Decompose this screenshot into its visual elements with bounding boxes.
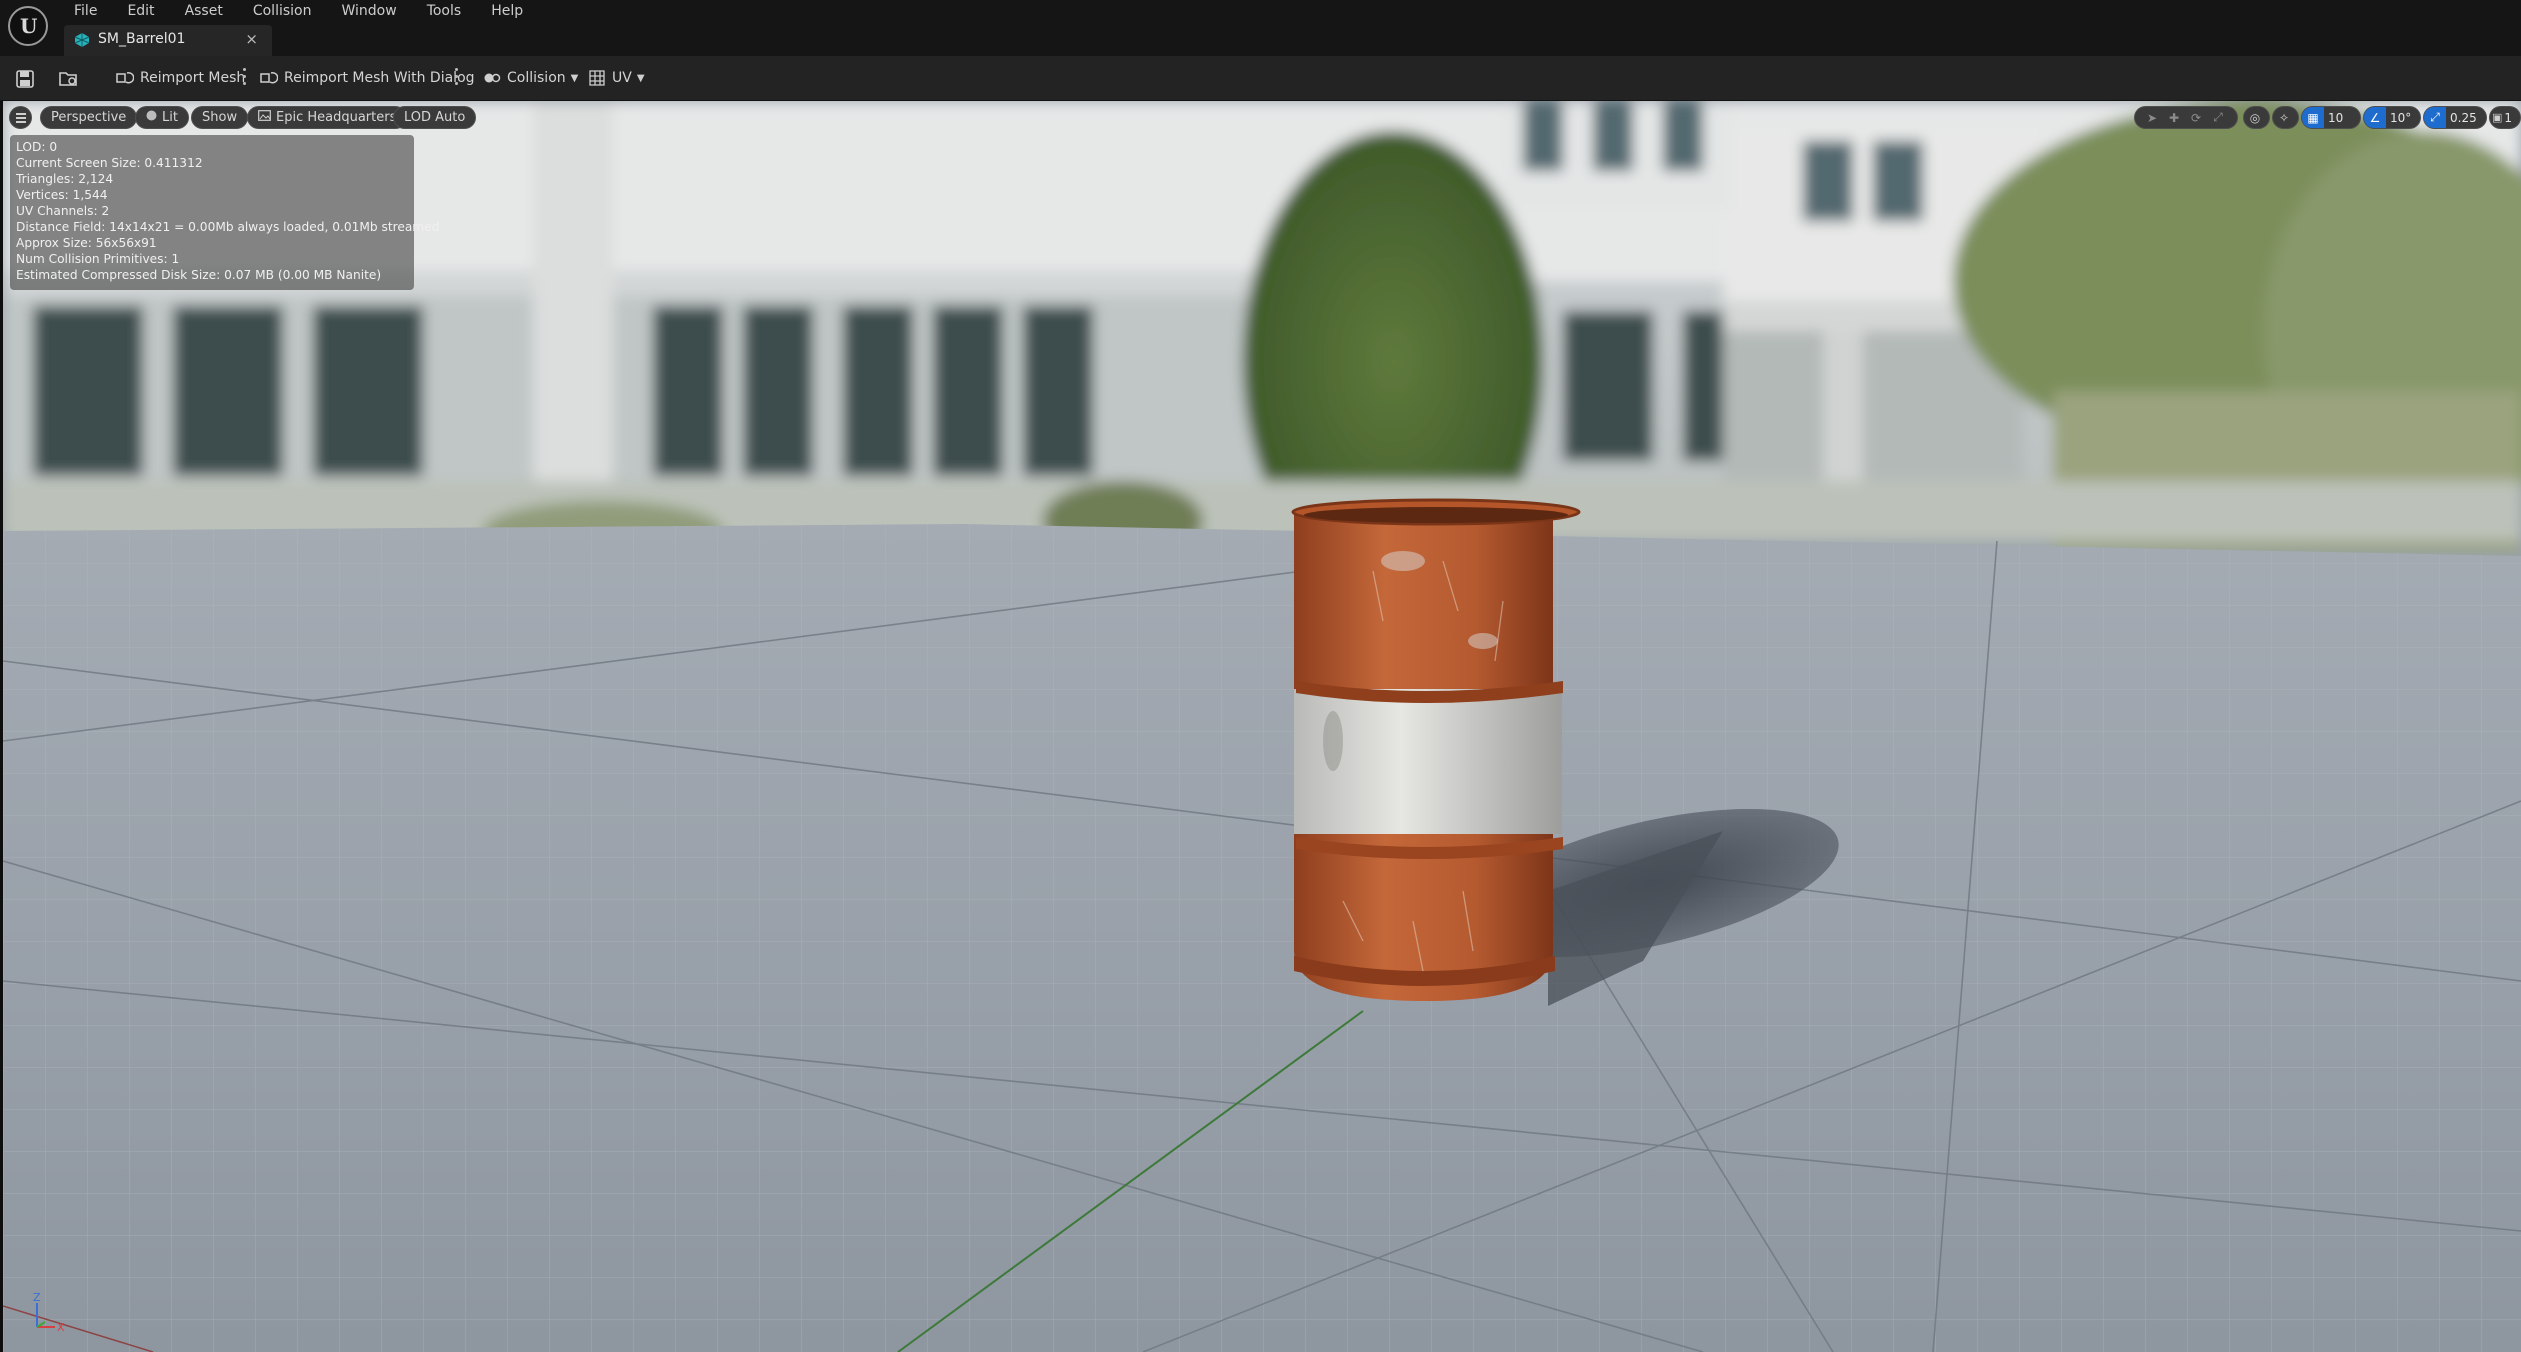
barrel-mesh bbox=[1291, 498, 1581, 1001]
camera-speed-value: 1 bbox=[2504, 110, 2513, 125]
save-icon[interactable] bbox=[16, 70, 34, 88]
tab-sm-barrel01[interactable]: SM_Barrel01 × bbox=[64, 25, 272, 56]
lod-label: LOD Auto bbox=[404, 110, 466, 125]
unreal-logo-icon[interactable]: U bbox=[8, 6, 48, 46]
show-label: Show bbox=[202, 110, 238, 125]
axis-z-label: Z bbox=[33, 1291, 41, 1304]
browse-folder-icon[interactable] bbox=[59, 70, 79, 88]
rotation-snap-group[interactable]: ∠ 10° bbox=[2363, 106, 2421, 129]
lighting-mode-button[interactable]: Lit bbox=[135, 106, 189, 129]
uv-label: UV bbox=[612, 70, 632, 86]
reimport-icon bbox=[116, 71, 134, 84]
lit-sphere-icon bbox=[146, 110, 157, 125]
menu-edit[interactable]: Edit bbox=[119, 0, 162, 22]
translate-tool-icon[interactable]: ✚ bbox=[2163, 107, 2185, 128]
camera-icon: ▣ bbox=[2492, 111, 2503, 124]
angle-snap-icon[interactable]: ∠ bbox=[2364, 107, 2386, 128]
view-mode-label: Perspective bbox=[51, 110, 127, 125]
menu-items: File Edit Asset Collision Window Tools H… bbox=[66, 0, 545, 22]
transform-tools-group: ➤ ✚ ⟳ ⤢ bbox=[2134, 106, 2238, 129]
environment-label: Epic Headquarters bbox=[276, 110, 397, 125]
reimport-mesh-button[interactable]: Reimport Mesh bbox=[116, 64, 245, 92]
reimport-mesh-label: Reimport Mesh bbox=[140, 70, 246, 86]
surface-snap-button[interactable]: ✧ bbox=[2272, 106, 2299, 129]
uv-grid-icon bbox=[589, 70, 605, 86]
menu-file[interactable]: File bbox=[66, 0, 105, 22]
camera-speed-button[interactable]: ▣ 1 bbox=[2489, 106, 2521, 129]
lod-button[interactable]: LOD Auto bbox=[393, 106, 477, 129]
reimport-options-icon[interactable] bbox=[243, 68, 247, 88]
uv-dropdown[interactable]: UV ▼ bbox=[588, 64, 645, 92]
stat-lod: LOD: 0 bbox=[16, 140, 58, 154]
mesh-stats-overlay: LOD: 0 Current Screen Size: 0.411312 Tri… bbox=[10, 135, 440, 290]
stat-vertices: Vertices: 1,544 bbox=[16, 188, 108, 202]
close-icon[interactable]: × bbox=[245, 30, 258, 48]
scale-snap-value[interactable]: 0.25 bbox=[2446, 111, 2481, 125]
stat-distance-field: Distance Field: 14x14x21 = 0.00Mb always… bbox=[16, 220, 440, 234]
rotation-snap-value[interactable]: 10° bbox=[2386, 111, 2415, 125]
stat-screen-size: Current Screen Size: 0.411312 bbox=[16, 156, 203, 170]
stat-collision-primitives: Num Collision Primitives: 1 bbox=[16, 252, 180, 266]
axis-gizmo: Z X bbox=[33, 1291, 65, 1334]
chevron-down-icon: ▼ bbox=[636, 72, 645, 84]
grid-snap-group[interactable]: ▦ 10 bbox=[2301, 106, 2361, 129]
view-mode-perspective-button[interactable]: Perspective bbox=[40, 106, 138, 129]
surface-snap-icon: ✧ bbox=[2278, 110, 2290, 125]
preview-scene-button[interactable]: Epic Headquarters bbox=[247, 106, 408, 129]
rotate-tool-icon[interactable]: ⟳ bbox=[2185, 107, 2207, 128]
tab-label: SM_Barrel01 bbox=[98, 31, 186, 47]
menu-window[interactable]: Window bbox=[333, 0, 404, 22]
menu-asset[interactable]: Asset bbox=[177, 0, 231, 22]
static-mesh-viewport[interactable]: Perspective Lit Show Epic Headquarters L… bbox=[3, 101, 2521, 1352]
scale-snap-group[interactable]: ⤢ 0.25 bbox=[2423, 106, 2487, 129]
chevron-down-icon: ▼ bbox=[570, 72, 579, 84]
environment-icon bbox=[258, 110, 271, 125]
collision-icon bbox=[484, 73, 501, 83]
world-icon: ◎ bbox=[2249, 110, 2261, 125]
axis-x-label: X bbox=[57, 1321, 65, 1334]
select-tool-icon[interactable]: ➤ bbox=[2141, 107, 2163, 128]
toolbar: Reimport Mesh Reimport Mesh With Dialog … bbox=[0, 56, 2521, 101]
menu-bar: U File Edit Asset Collision Window Tools… bbox=[0, 0, 2521, 56]
reimport-dialog-icon bbox=[260, 71, 278, 84]
reimport-dialog-options-icon[interactable] bbox=[455, 68, 459, 88]
viewport-menu-icon[interactable] bbox=[9, 106, 32, 129]
collision-label: Collision bbox=[507, 70, 566, 86]
collision-dropdown[interactable]: Collision ▼ bbox=[483, 64, 578, 92]
coordinate-system-button[interactable]: ◎ bbox=[2243, 106, 2270, 129]
reimport-with-dialog-label: Reimport Mesh With Dialog bbox=[284, 70, 475, 86]
static-mesh-icon bbox=[74, 33, 90, 47]
scale-tool-icon[interactable]: ⤢ bbox=[2207, 107, 2229, 128]
grid-snap-value[interactable]: 10 bbox=[2324, 111, 2347, 125]
menu-help[interactable]: Help bbox=[483, 0, 531, 22]
menu-tools[interactable]: Tools bbox=[419, 0, 470, 22]
grid-snap-icon[interactable]: ▦ bbox=[2302, 107, 2324, 128]
scale-snap-icon[interactable]: ⤢ bbox=[2424, 107, 2446, 128]
stat-approx-size: Approx Size: 56x56x91 bbox=[16, 236, 157, 250]
show-button[interactable]: Show bbox=[191, 106, 249, 129]
stat-disk-size: Estimated Compressed Disk Size: 0.07 MB … bbox=[16, 268, 382, 282]
reimport-with-dialog-button[interactable]: Reimport Mesh With Dialog bbox=[260, 64, 475, 92]
stat-uv-channels: UV Channels: 2 bbox=[16, 204, 110, 218]
menu-collision[interactable]: Collision bbox=[245, 0, 320, 22]
lighting-label: Lit bbox=[162, 110, 178, 125]
stat-triangles: Triangles: 2,124 bbox=[16, 172, 114, 186]
